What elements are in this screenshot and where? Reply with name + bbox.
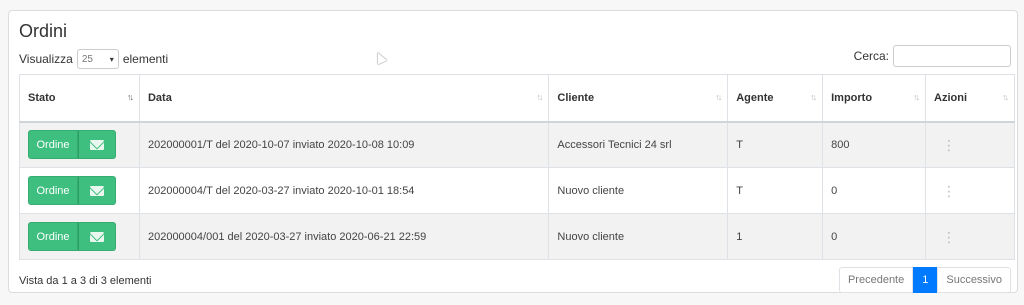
select-caret-icon: ▾: [109, 54, 114, 64]
page-1-button[interactable]: 1: [913, 267, 938, 293]
data-cell: 202000004/T del 2020-03-27 inviato 2020-…: [138, 167, 550, 214]
stato-cell: Ordine: [19, 167, 140, 214]
column-header-agente[interactable]: Agente ↑↓: [727, 74, 824, 123]
orders-card: Ordini Visualizza 25 ▾ elementi Cerca: S…: [8, 10, 1018, 293]
agente-cell: T: [727, 167, 824, 214]
stato-button-group: Ordine: [28, 176, 116, 205]
send-mail-button[interactable]: [78, 176, 116, 205]
length-suffix: elementi: [122, 52, 169, 66]
next-page-button[interactable]: Successivo: [937, 267, 1011, 293]
ordine-button[interactable]: Ordine: [28, 130, 78, 160]
data-cell: 202000004/001 del 2020-03-27 inviato 202…: [138, 213, 550, 260]
search-input[interactable]: [893, 45, 1011, 67]
search-control: Cerca:: [854, 45, 1011, 67]
cliente-cell: Nuovo cliente: [548, 167, 729, 214]
sort-icon: ↑↓: [536, 92, 543, 102]
page-length-value: 25: [81, 53, 93, 65]
page-length-select[interactable]: 25 ▾: [76, 49, 119, 69]
importo-cell: 0: [822, 167, 927, 214]
table-header-row: Stato ↑↓ Data ↑↓ Cliente ↑↓ Agente ↑↓ Import…: [19, 74, 1015, 123]
stato-cell: Ordine: [19, 213, 140, 260]
page-length-control: Visualizza 25 ▾ elementi: [19, 49, 168, 69]
agente-cell: T: [727, 121, 824, 168]
column-header-stato[interactable]: Stato ↑↓: [19, 74, 140, 123]
sort-icon: ↑↓: [913, 92, 920, 102]
stato-button-group: Ordine: [28, 130, 116, 160]
kebab-icon[interactable]: ⋮: [934, 184, 964, 198]
agente-cell: 1: [727, 213, 824, 260]
ordine-button[interactable]: Ordine: [28, 222, 78, 251]
column-header-azioni[interactable]: Azioni ↑↓: [925, 74, 1015, 123]
data-cell: 202000001/T del 2020-10-07 inviato 2020-…: [138, 121, 550, 168]
column-header-data[interactable]: Data ↑↓: [138, 74, 550, 123]
kebab-icon[interactable]: ⋮: [934, 230, 964, 244]
importo-cell: 0: [822, 213, 927, 260]
table-row: Ordine 202000001/T del 2020-10-07 inviat…: [19, 121, 1015, 168]
azioni-cell: ⋮: [925, 167, 1015, 214]
envelope-icon: [90, 231, 104, 242]
stato-button-group: Ordine: [28, 222, 116, 251]
kebab-icon[interactable]: ⋮: [934, 138, 964, 152]
sort-icon: ↑↓: [810, 92, 817, 102]
send-mail-button[interactable]: [78, 222, 116, 251]
cliente-cell: Nuovo cliente: [548, 213, 729, 260]
pagination: Precedente 1 Successivo: [838, 267, 1011, 293]
send-mail-button[interactable]: [78, 130, 116, 160]
stato-cell: Ordine: [19, 121, 140, 168]
orders-table: Stato ↑↓ Data ↑↓ Cliente ↑↓ Agente ↑↓ Import…: [19, 74, 1015, 260]
sort-icon: ↑↓: [715, 92, 722, 102]
table-info: Vista da 1 a 3 di 3 elementi: [19, 275, 152, 287]
azioni-cell: ⋮: [925, 213, 1015, 260]
column-header-cliente[interactable]: Cliente ↑↓: [548, 74, 729, 123]
sort-icon: ↑↓: [1002, 92, 1009, 102]
ordine-button[interactable]: Ordine: [28, 176, 78, 205]
sort-icon: ↑↓: [126, 92, 134, 102]
length-prefix: Visualizza: [19, 52, 73, 66]
azioni-cell: ⋮: [925, 121, 1015, 168]
envelope-icon: [90, 139, 104, 150]
cliente-cell: Accessori Tecnici 24 srl: [548, 121, 729, 168]
table-row: Ordine 202000004/T del 2020-03-27 inviat…: [19, 167, 1015, 214]
search-label: Cerca:: [853, 49, 889, 63]
page-title: Ordini: [19, 21, 68, 41]
column-header-importo[interactable]: Importo ↑↓: [822, 74, 927, 123]
envelope-icon: [90, 185, 104, 196]
previous-page-button[interactable]: Precedente: [838, 267, 914, 293]
importo-cell: 800: [822, 121, 927, 168]
table-row: Ordine 202000004/001 del 2020-03-27 invi…: [19, 213, 1015, 260]
